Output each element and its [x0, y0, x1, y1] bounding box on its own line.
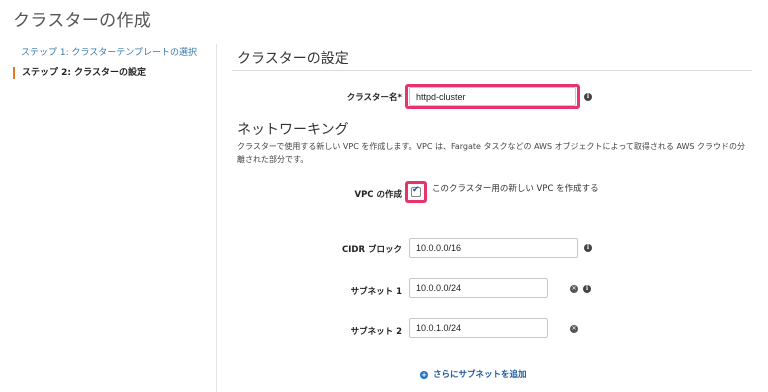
add-subnet-link[interactable]: + さらにサブネットを追加	[420, 368, 527, 380]
cluster-name-label: クラスター名*	[346, 93, 402, 103]
subnet-2-label: サブネット 2	[350, 327, 402, 337]
subnet-1-input[interactable]: 10.0.0.0/24	[409, 278, 548, 298]
cidr-block-input[interactable]: 10.0.0.0/16	[409, 238, 578, 258]
subnet-2-input[interactable]: 10.0.1.0/24	[409, 318, 548, 338]
cluster-name-info-icon[interactable]: i	[584, 93, 592, 101]
cluster-settings-title: クラスターの設定	[237, 51, 349, 67]
vpc-create-label: VPC の作成	[354, 190, 402, 200]
networking-title: ネットワーキング	[237, 122, 349, 138]
section-divider	[232, 70, 752, 71]
networking-description: クラスターで使用する新しい VPC を作成します。VPC は、Fargate タ…	[237, 142, 746, 164]
cidr-block-label: CIDR ブロック	[342, 245, 402, 255]
cidr-info-icon[interactable]: i	[584, 244, 592, 252]
subnet-1-remove-icon[interactable]: ✕	[570, 285, 578, 293]
cluster-name-input[interactable]: httpd-cluster	[409, 87, 576, 106]
nav-step-1-link[interactable]: ステップ 1: クラスターテンプレートの選択	[21, 45, 197, 58]
page-title: クラスターの作成	[13, 11, 152, 31]
vpc-create-checkbox[interactable]: ✔	[411, 185, 421, 197]
vpc-create-checkbox-text: このクラスター用の新しい VPC を作成する	[432, 184, 599, 194]
subnet-1-info-icon[interactable]: i	[583, 285, 591, 293]
check-icon: ✔	[412, 185, 420, 195]
nav-step-2-current: ステップ 2: クラスターの設定	[13, 67, 146, 79]
add-subnet-label: さらにサブネットを追加	[433, 370, 527, 380]
subnet-2-remove-icon[interactable]: ✕	[570, 325, 578, 333]
add-icon: +	[420, 371, 428, 379]
vertical-divider	[216, 44, 217, 392]
subnet-1-label: サブネット 1	[350, 287, 402, 297]
